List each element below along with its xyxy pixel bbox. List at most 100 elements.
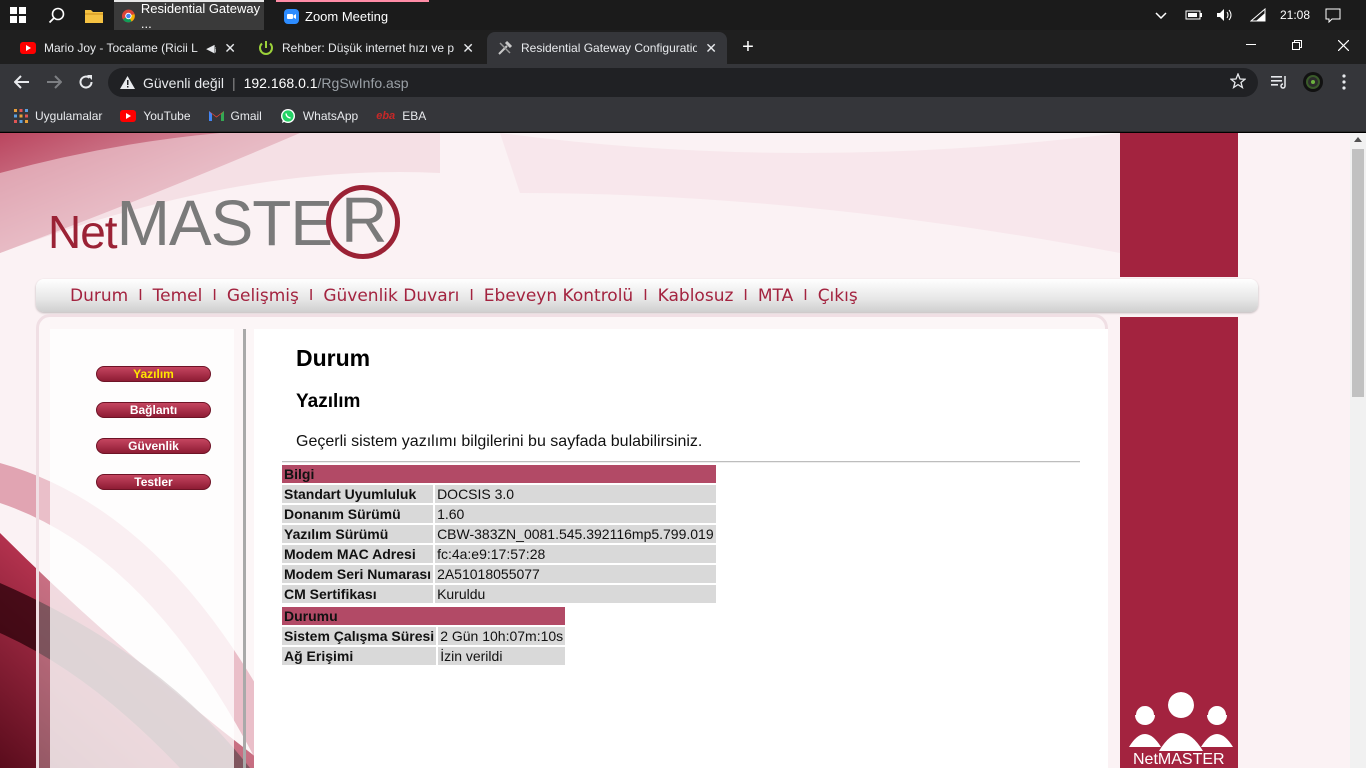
menu-guvenlik-duvari[interactable]: Güvenlik Duvarı [323,286,459,306]
new-tab-button[interactable]: + [733,32,763,62]
sidenav-baglanti[interactable]: Bağlantı [96,402,211,418]
bookmark-youtube[interactable]: YouTube [120,108,191,123]
url-host: 192.168.0.1 [243,74,318,91]
sidenav-yazilim[interactable]: Yazılım [96,366,211,382]
tray-overflow-button[interactable] [1152,0,1170,30]
left-nav-panel [50,329,234,768]
tab-close-icon[interactable]: ✕ [705,40,717,57]
browser-menu-button[interactable] [1330,68,1358,96]
menu-ebeveyn-kontrolu[interactable]: Ebeveyn Kontrolü [484,286,633,306]
media-control-button[interactable] [1266,68,1294,96]
row-value: 2 Gün 10h:07m:10s [438,627,566,645]
menu-durum[interactable]: Durum [70,286,128,306]
tab-close-icon[interactable]: ✕ [224,40,236,57]
scrollbar-thumb[interactable] [1352,149,1364,397]
row-value: 2A51018055077 [435,565,716,583]
support-people-icon [1129,690,1233,751]
tab-close-icon[interactable]: ✕ [462,40,474,57]
wifi-icon [1250,8,1266,22]
row-value: fc:4a:e9:17:57:28 [435,545,716,563]
bookmark-apps[interactable]: Uygulamalar [14,108,102,123]
table-row: CM Sertifikası Kuruldu [282,585,716,603]
eba-icon: eba [376,109,396,122]
row-key: Standart Uyumluluk [282,485,434,503]
profile-button[interactable] [1299,68,1327,96]
row-value: İzin verildi [438,647,566,665]
sidenav-guvenlik[interactable]: Güvenlik [96,438,211,454]
row-key: Ağ Erişimi [282,647,437,665]
menu-temel[interactable]: Temel [153,286,203,306]
netmaster-logo[interactable]: Net MASTE R [48,185,401,259]
row-value: Kuruldu [435,585,716,603]
restore-icon [1292,40,1302,50]
minimize-icon [1246,44,1256,45]
close-window-button[interactable] [1320,30,1366,60]
restore-button[interactable] [1274,30,1320,60]
windows-start-button[interactable] [0,0,36,30]
apps-grid-icon [14,108,28,123]
row-key: Donanım Sürümü [282,505,434,523]
nav-divider [243,329,246,768]
search-button[interactable] [38,0,74,30]
menu-separator: I [469,286,474,304]
menu-separator: I [743,286,748,304]
close-icon [1337,39,1349,51]
tray-notifications[interactable] [1320,0,1346,30]
sidenav-testler[interactable]: Testler [96,474,211,490]
tab-rehber[interactable]: Rehber: Düşük internet hızı ve pi ✕ [248,32,484,64]
bookmark-star-icon[interactable] [1229,72,1247,92]
bookmark-gmail[interactable]: Gmail [208,109,262,123]
playlist-icon [1271,76,1286,89]
row-key: Modem Seri Numarası [282,565,434,583]
page-viewport: Net MASTE R Durum I Temel I Gelişmiş I Güve… [0,133,1350,768]
windows-taskbar: Residential Gateway ... Zoom Meeting 21:… [0,0,1366,31]
bookmark-whatsapp[interactable]: WhatsApp [280,108,358,124]
address-bar[interactable]: Güvenli değil | 192.168.0.1/RgSwInfo.asp [108,68,1258,97]
tab-title: Residential Gateway Configuratio [521,41,698,55]
tray-battery[interactable] [1184,0,1204,30]
taskbar-app-zoom[interactable]: Zoom Meeting [276,0,429,30]
tab-youtube[interactable]: Mario Joy - Tocalame (Ricii Le ◀ᵢ ✕ [10,32,246,64]
url-path: /RgSwInfo.asp [317,74,409,91]
row-key: Sistem Çalışma Süresi [282,627,437,645]
audio-playing-icon[interactable]: ◀ᵢ [206,42,216,55]
tray-clock[interactable]: 21:08 [1274,0,1316,30]
menu-gelismis[interactable]: Gelişmiş [227,286,299,306]
tab-residential-gateway[interactable]: Residential Gateway Configuratio ✕ [487,32,727,64]
page-description: Geçerli sistem yazılımı bilgilerini bu s… [296,433,703,450]
tray-volume[interactable] [1214,0,1236,30]
row-key: Yazılım Sürümü [282,525,434,543]
bookmark-eba[interactable]: eba EBA [376,109,426,123]
menu-cikis[interactable]: Çıkış [818,286,858,306]
scroll-up-arrow-icon[interactable] [1354,137,1362,142]
page-scrollbar[interactable] [1350,133,1366,768]
menu-separator: I [212,286,217,304]
chevron-up-icon [1155,12,1167,19]
table-row: Standart Uyumluluk DOCSIS 3.0 [282,485,716,503]
security-label[interactable]: Güvenli değil [143,75,224,91]
battery-icon [1185,10,1202,20]
back-button[interactable] [8,68,36,96]
menu-kablosuz[interactable]: Kablosuz [658,286,734,306]
tray-wifi[interactable] [1247,0,1269,30]
avatar-icon [1303,72,1323,92]
menu-mta[interactable]: MTA [758,286,793,306]
content-area: Durum Yazılım Geçerli sistem yazılımı bi… [254,329,1108,768]
forward-button[interactable] [40,68,68,96]
bookmark-label: YouTube [143,108,191,123]
more-vertical-icon [1342,74,1346,90]
table-row: Modem MAC Adresi fc:4a:e9:17:57:28 [282,545,716,563]
taskbar-app-title: Zoom Meeting [305,8,389,24]
power-icon [259,41,273,55]
zoom-icon [284,8,299,24]
minimize-button[interactable] [1228,30,1274,60]
taskbar-app-chrome[interactable]: Residential Gateway ... [114,0,264,31]
search-icon [48,7,64,23]
reload-button[interactable] [72,68,100,96]
menu-separator: I [138,286,143,304]
youtube-icon [20,42,36,54]
page-title: Durum [296,345,371,371]
file-explorer-button[interactable] [76,0,112,30]
logo-r-circle: R [326,185,401,259]
taskbar-app-title: Residential Gateway ... [140,1,261,31]
